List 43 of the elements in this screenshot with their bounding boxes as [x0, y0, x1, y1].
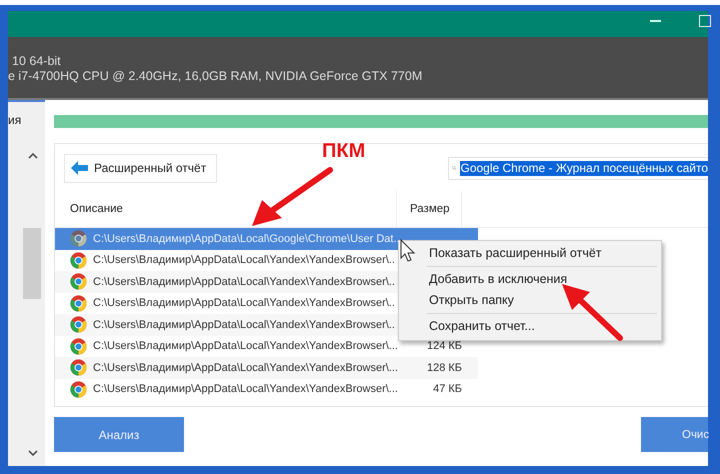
browser-icon [70, 273, 87, 290]
extended-report-button[interactable]: Расширенный отчёт [64, 154, 218, 182]
browser-icon [70, 359, 87, 376]
annotation-text: ПКМ [322, 140, 366, 163]
table-row[interactable]: C:\Users\Владимир\AppData\Local\Yandex\YandexBrowser\... 47 КБ [55, 378, 478, 400]
system-info-text: e i7-4700HQ CPU @ 2.40GHz, 16,0GB RAM, NVIDIA GeForce GTX 770M [8, 68, 422, 82]
back-arrow-icon [71, 161, 88, 175]
size-text: 124 КБ [426, 340, 462, 352]
table-row[interactable]: C:\Users\Владимир\AppData\Local\Yandex\YandexBrowser\.. [55, 314, 398, 336]
table-row[interactable]: C:\Users\Владимир\AppData\Local\Yandex\YandexBrowser\.. [55, 292, 398, 314]
sidebar-label[interactable]: ия [8, 113, 22, 127]
context-menu-item[interactable]: Сохранить отчет... [399, 316, 661, 337]
column-header[interactable]: Размер [397, 191, 462, 227]
table-row[interactable]: C:\Users\Владимир\AppData\Local\Yandex\YandexBrowser\.. [55, 250, 398, 271]
scrollbar-thumb[interactable] [23, 228, 41, 299]
context-menu-item[interactable]: Открыть папку [399, 290, 661, 311]
path-text: C:\Users\Владимир\AppData\Local\Yandex\YandexBrowser\... [93, 383, 398, 396]
browser-icon [70, 338, 87, 355]
scroll-down-icon[interactable] [28, 450, 38, 457]
annotation-arrow [562, 284, 623, 341]
path-text: C:\Users\Владимир\AppData\Local\Yandex\YandexBrowser\.. [93, 297, 395, 310]
browser-icon [70, 316, 87, 334]
browser-icon [70, 252, 87, 269]
system-info-text: 10 64-bit [12, 54, 61, 68]
maximize-icon[interactable] [699, 15, 711, 27]
path-text: C:\Users\Владимир\AppData\Local\Google\Chrome\User Dat.. [93, 232, 400, 245]
path-text: C:\Users\Владимир\AppData\Local\Yandex\YandexBrowser\.. [93, 276, 395, 288]
scroll-up-icon[interactable] [28, 152, 38, 159]
browser-icon [70, 230, 87, 248]
table-row[interactable]: C:\Users\Владимир\AppData\Local\Yandex\YandexBrowser\... 124 КБ [55, 336, 478, 357]
size-text: 47 КБ [432, 383, 462, 396]
search-field[interactable]: Google Chrome - Журнал посещённых сайто [448, 156, 708, 180]
size-text: 128 КБ [426, 362, 462, 374]
path-text: C:\Users\Владимир\AppData\Local\Yandex\YandexBrowser\... [93, 362, 398, 374]
cursor-icon [400, 238, 416, 262]
browser-icon [70, 380, 87, 398]
path-text: C:\Users\Владимир\AppData\Local\Yandex\YandexBrowser\.. [93, 254, 395, 266]
path-text: C:\Users\Владимир\AppData\Local\Yandex\YandexBrowser\.. [93, 318, 395, 331]
table-row[interactable]: C:\Users\Владимир\AppData\Local\Yandex\YandexBrowser\... 128 КБ [55, 357, 478, 378]
browser-icon [70, 294, 87, 312]
context-menu-item[interactable]: Добавить в исключения [399, 269, 661, 290]
path-text: C:\Users\Владимир\AppData\Local\Yandex\YandexBrowser\... [93, 340, 398, 352]
table-row[interactable]: C:\Users\Владимир\AppData\Local\Yandex\YandexBrowser\.. [55, 271, 398, 292]
